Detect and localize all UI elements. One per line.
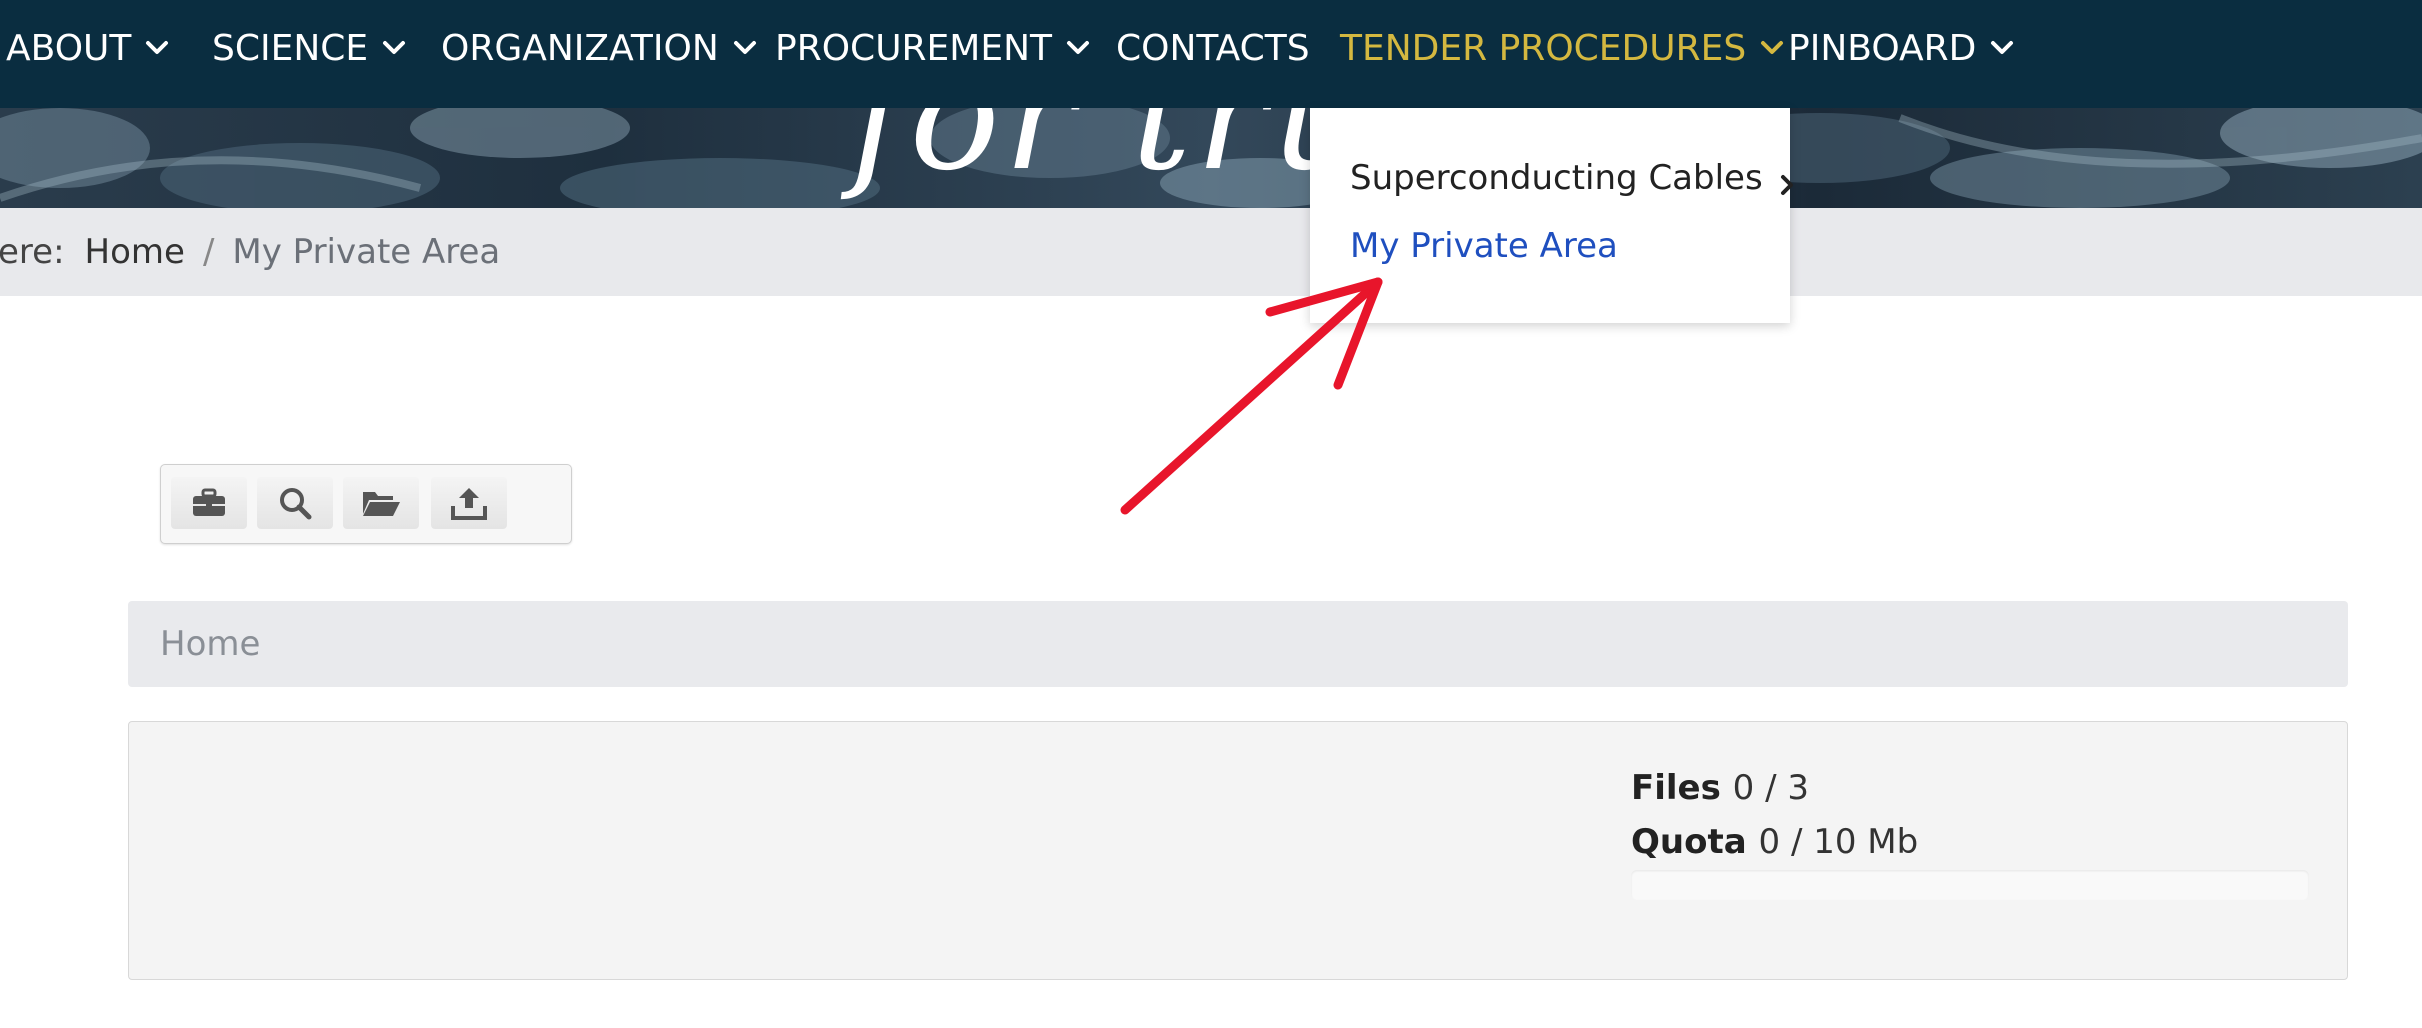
briefcase-icon bbox=[191, 488, 227, 518]
nav-item-label: CONTACTS bbox=[1116, 27, 1310, 69]
nav-item-organization[interactable]: ORGANIZATION bbox=[441, 0, 757, 96]
briefcase-button[interactable] bbox=[171, 477, 247, 529]
nav-item-pinboard[interactable]: PINBOARD bbox=[1788, 0, 2014, 96]
chevron-down-icon bbox=[733, 40, 757, 56]
files-stat: Files 0 / 3 bbox=[1631, 768, 1809, 808]
chevron-down-icon bbox=[1990, 40, 2014, 56]
top-navigation: ABOUT SCIENCE ORGANIZATION PROCUREMENT C… bbox=[0, 0, 2422, 108]
path-home-link[interactable]: Home bbox=[160, 624, 260, 664]
dropdown-item-label: My Private Area bbox=[1350, 226, 1618, 266]
upload-button[interactable] bbox=[431, 477, 507, 529]
nav-item-label: SCIENCE bbox=[212, 27, 369, 69]
search-button[interactable] bbox=[257, 477, 333, 529]
quota-value: 0 / 10 Mb bbox=[1758, 822, 1919, 862]
quota-stat: Quota 0 / 10 Mb bbox=[1631, 822, 1918, 862]
dropdown-item-my-private-area[interactable]: My Private Area bbox=[1350, 226, 1618, 266]
breadcrumb-separator: / bbox=[202, 232, 215, 272]
breadcrumb-prefix: ere: bbox=[0, 232, 65, 272]
nav-item-label: TENDER PROCEDURES bbox=[1340, 27, 1747, 69]
files-value: 0 / 3 bbox=[1732, 768, 1810, 808]
upload-icon bbox=[451, 486, 487, 520]
dropdown-item-superconducting-cables[interactable]: Superconducting Cables bbox=[1350, 158, 1795, 198]
hero-banner: for tru bbox=[0, 108, 2422, 208]
dropdown-item-label: Superconducting Cables bbox=[1350, 158, 1763, 198]
nav-item-tender-procedures[interactable]: TENDER PROCEDURES bbox=[1340, 0, 1784, 96]
page: for tru ABOUT SCIENCE ORGANIZATION PROCU… bbox=[0, 0, 2422, 1028]
nav-item-science[interactable]: SCIENCE bbox=[212, 0, 406, 96]
path-bar: Home bbox=[128, 601, 2348, 687]
folder-open-icon bbox=[361, 488, 401, 518]
files-label: Files bbox=[1631, 768, 1733, 808]
breadcrumb-home-link[interactable]: Home bbox=[85, 232, 185, 272]
open-folder-button[interactable] bbox=[343, 477, 419, 529]
quota-progress-bar bbox=[1631, 870, 2309, 900]
file-toolbar bbox=[160, 464, 572, 544]
quota-label: Quota bbox=[1631, 822, 1759, 862]
nav-item-label: ORGANIZATION bbox=[441, 27, 719, 69]
nav-item-about[interactable]: ABOUT bbox=[6, 0, 169, 96]
chevron-down-icon bbox=[382, 40, 406, 56]
breadcrumb: ere: Home / My Private Area bbox=[0, 208, 2422, 296]
breadcrumb-current: My Private Area bbox=[232, 232, 501, 272]
chevron-down-icon bbox=[1066, 40, 1090, 56]
nav-item-procurement[interactable]: PROCUREMENT bbox=[775, 0, 1090, 96]
search-icon bbox=[278, 486, 312, 520]
chevron-down-icon bbox=[145, 40, 169, 56]
chevron-right-icon bbox=[1779, 166, 1795, 195]
storage-info-panel: Files 0 / 3 Quota 0 / 10 Mb bbox=[128, 721, 2348, 980]
tender-procedures-dropdown: Superconducting Cables My Private Area bbox=[1310, 108, 1793, 323]
nav-item-label: ABOUT bbox=[6, 27, 132, 69]
hero-script-text: for tru bbox=[850, 108, 1372, 204]
chevron-down-icon bbox=[1760, 40, 1784, 56]
nav-item-label: PROCUREMENT bbox=[775, 27, 1053, 69]
nav-item-contacts[interactable]: CONTACTS bbox=[1116, 0, 1310, 96]
nav-item-label: PINBOARD bbox=[1788, 27, 1977, 69]
